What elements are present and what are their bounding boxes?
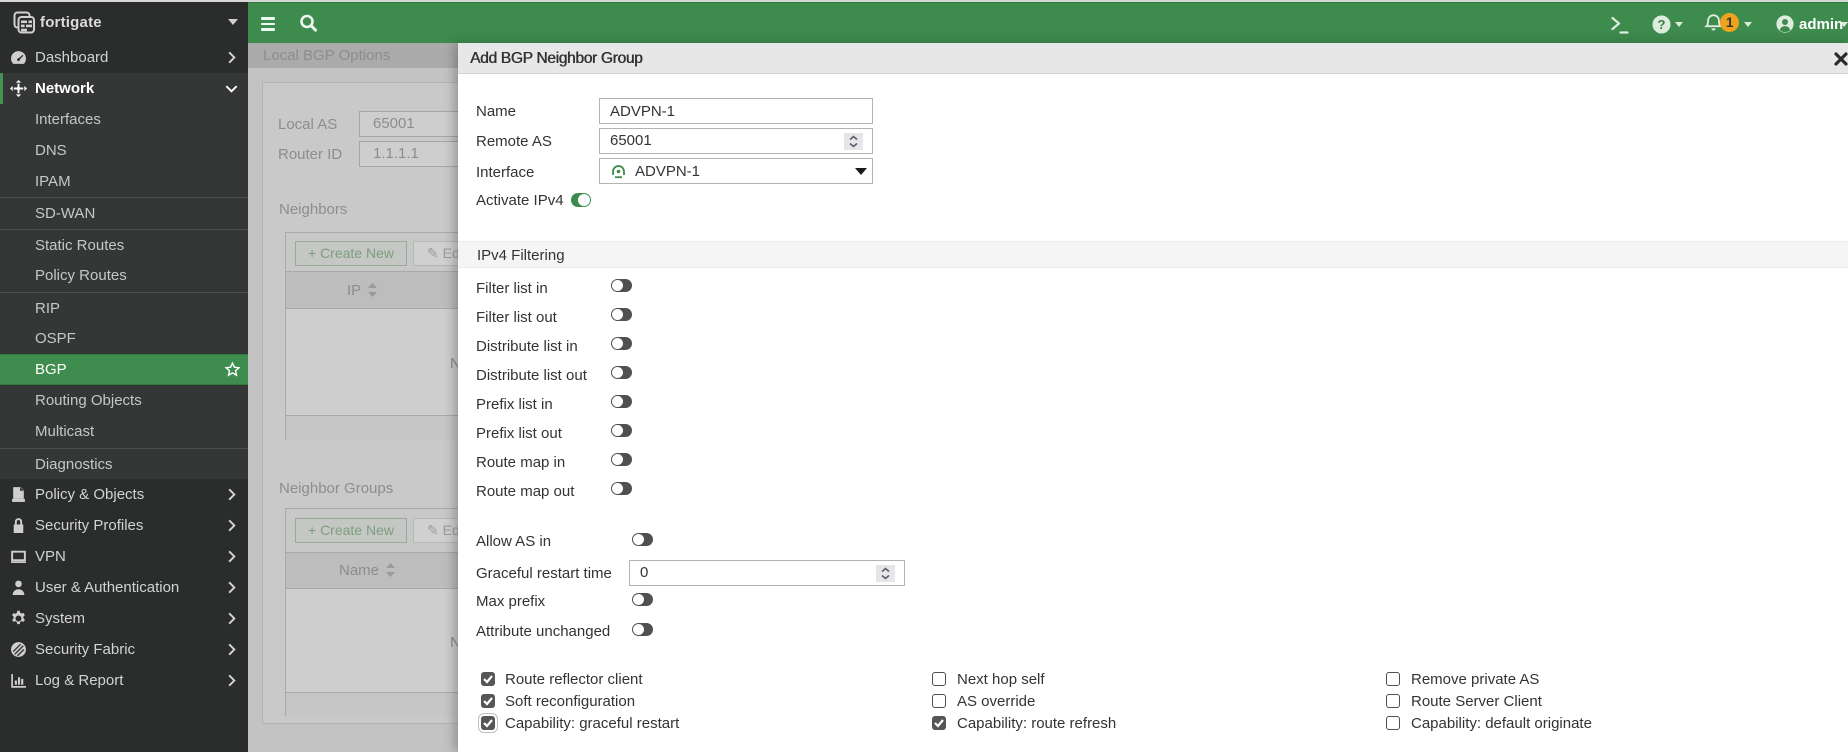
svg-text:1: 1 xyxy=(1726,15,1734,30)
svg-text:?: ? xyxy=(1658,17,1666,32)
